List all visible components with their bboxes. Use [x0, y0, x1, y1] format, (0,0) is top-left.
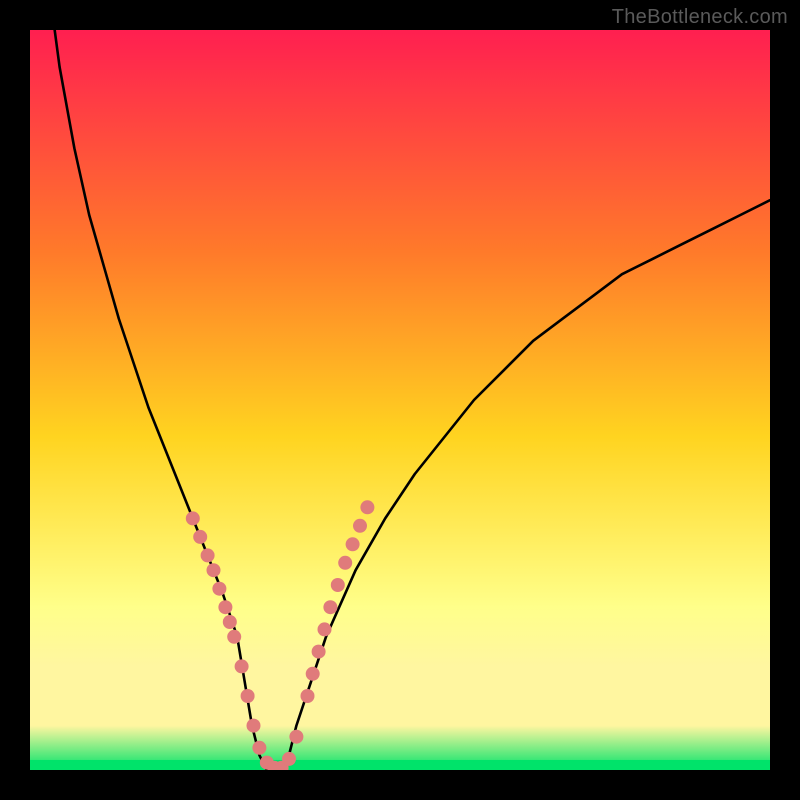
curve-marker [218, 600, 232, 614]
curve-marker [331, 578, 345, 592]
curve-marker [193, 530, 207, 544]
curve-marker [282, 752, 296, 766]
curve-marker [289, 730, 303, 744]
chart-svg [30, 30, 770, 770]
curve-marker [223, 615, 237, 629]
curve-marker [346, 537, 360, 551]
curve-marker [247, 719, 261, 733]
chart-plot-area [30, 30, 770, 770]
curve-marker [318, 622, 332, 636]
curve-marker [186, 511, 200, 525]
curve-marker [301, 689, 315, 703]
curve-marker [323, 600, 337, 614]
curve-marker [241, 689, 255, 703]
curve-marker [312, 645, 326, 659]
curve-marker [207, 563, 221, 577]
curve-marker [201, 548, 215, 562]
curve-marker [212, 582, 226, 596]
curve-marker [338, 556, 352, 570]
watermark-text: TheBottleneck.com [612, 6, 788, 29]
curve-marker [360, 500, 374, 514]
curve-marker [227, 630, 241, 644]
chart-background [30, 30, 770, 770]
curve-marker [306, 667, 320, 681]
chart-baseline-strip [30, 760, 770, 770]
chart-frame: TheBottleneck.com [0, 0, 800, 800]
curve-marker [235, 659, 249, 673]
curve-marker [252, 741, 266, 755]
curve-marker [353, 519, 367, 533]
